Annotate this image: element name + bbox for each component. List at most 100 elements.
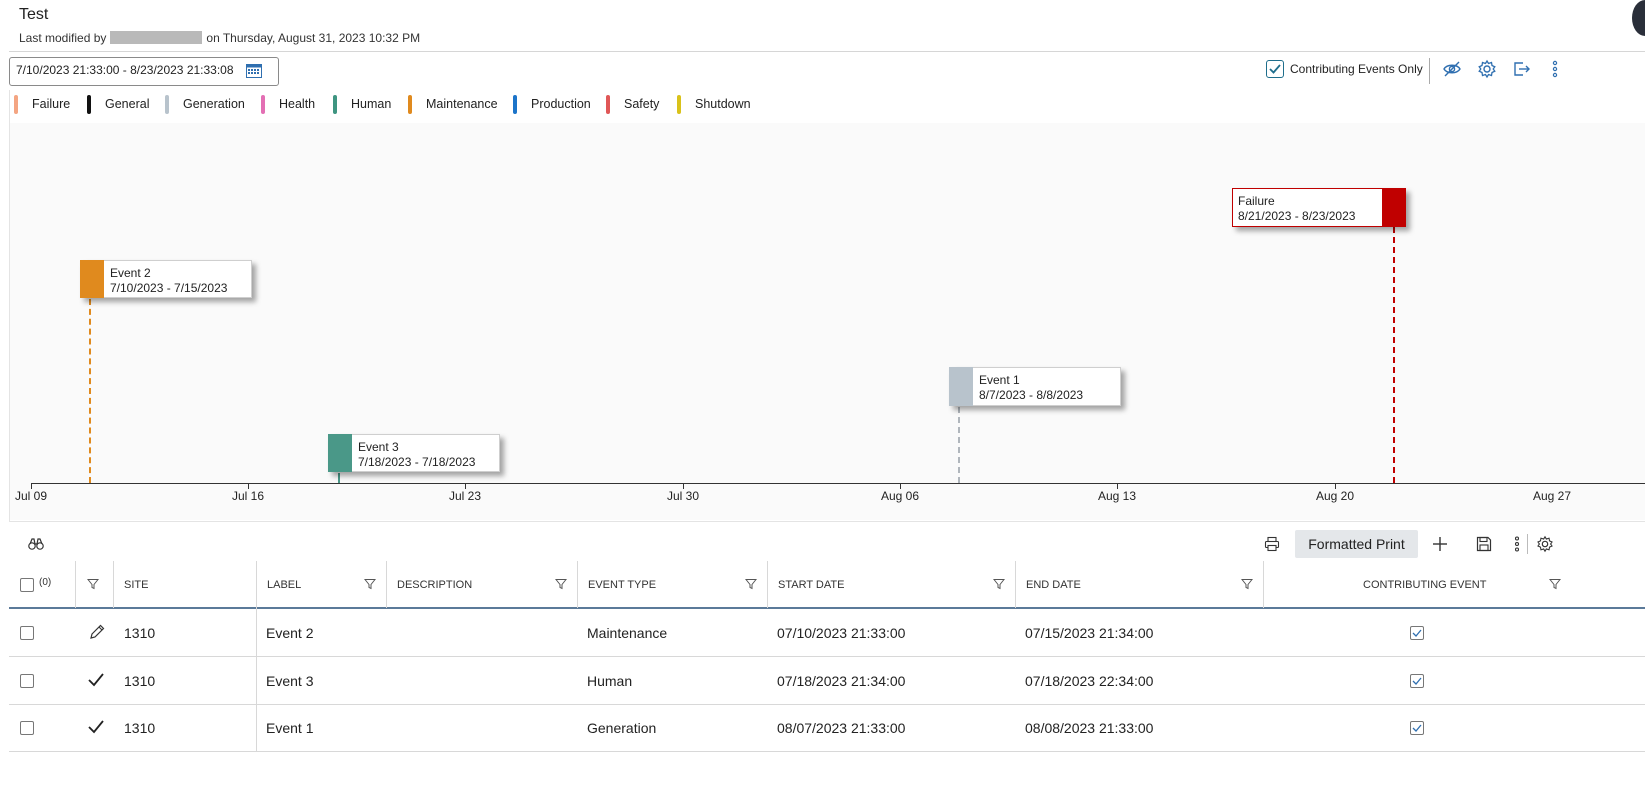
export-icon[interactable] xyxy=(1511,59,1531,79)
filter-icon[interactable] xyxy=(1549,578,1561,590)
axis-tick-label: Aug 27 xyxy=(1532,489,1572,503)
column-separator xyxy=(577,561,578,608)
column-header-description[interactable]: DESCRIPTION xyxy=(397,561,472,608)
column-header-site[interactable]: SITE xyxy=(124,561,148,608)
event-color-strip xyxy=(328,434,352,472)
site-cell: 1310 xyxy=(124,720,156,736)
legend-swatch xyxy=(333,95,337,114)
check-icon xyxy=(1412,629,1422,637)
contributing-checkbox[interactable] xyxy=(1410,721,1424,735)
row-select-checkbox[interactable] xyxy=(20,721,34,735)
timeline-plot-area xyxy=(10,123,1645,520)
label-cell: Event 3 xyxy=(266,673,314,689)
last-modified-prefix: Last modified by xyxy=(19,31,107,45)
table-header: (0) SITE LABEL DESCRIPTION EVENT TYPE ST… xyxy=(9,561,1645,609)
gear-icon[interactable] xyxy=(1477,59,1497,79)
table-row[interactable]: 1310 Event 3 Human 07/18/2023 21:34:00 0… xyxy=(9,658,1645,705)
row-select-checkbox[interactable] xyxy=(20,674,34,688)
axis-tick-label: Aug 13 xyxy=(1097,489,1137,503)
event-range: 7/18/2023 - 7/18/2023 xyxy=(358,455,476,469)
add-icon[interactable] xyxy=(1431,535,1449,553)
filter-icon[interactable] xyxy=(993,578,1005,590)
column-separator xyxy=(767,561,768,608)
event-range: 7/10/2023 - 7/15/2023 xyxy=(110,281,228,295)
site-cell: 1310 xyxy=(124,625,156,641)
row-select-checkbox[interactable] xyxy=(20,626,34,640)
end-date-cell: 07/15/2023 21:34:00 xyxy=(1025,625,1154,641)
filter-icon[interactable] xyxy=(745,578,757,590)
more-icon[interactable] xyxy=(1545,59,1565,79)
gear-icon[interactable] xyxy=(1536,535,1554,553)
event-3-dropline xyxy=(338,473,340,483)
check-icon xyxy=(1412,677,1422,685)
redacted-username xyxy=(110,31,203,44)
event-card-failure[interactable]: Failure 8/21/2023 - 8/23/2023 xyxy=(1232,188,1406,227)
event-type-cell: Maintenance xyxy=(587,625,668,641)
event-1-dropline xyxy=(958,407,960,483)
filter-icon[interactable] xyxy=(555,578,567,590)
event-title: Failure xyxy=(1238,194,1275,208)
axis-tick-label: Jul 16 xyxy=(231,489,265,503)
contributing-only-label: Contributing Events Only xyxy=(1290,62,1423,76)
column-header-end-date[interactable]: END DATE xyxy=(1026,561,1081,608)
print-icon[interactable] xyxy=(1263,535,1281,553)
select-all-checkbox[interactable] xyxy=(20,578,34,592)
hide-icon[interactable] xyxy=(1442,59,1462,79)
table-row[interactable]: 1310 Event 1 Generation 08/07/2023 21:33… xyxy=(9,705,1645,752)
axis-tick-label: Aug 20 xyxy=(1315,489,1355,503)
column-header-label[interactable]: LABEL xyxy=(267,561,301,608)
event-color-strip xyxy=(80,260,104,298)
axis-tick-label: Aug 06 xyxy=(880,489,920,503)
column-header-start-date[interactable]: START DATE xyxy=(778,561,844,608)
grid-toolbar-divider xyxy=(1527,534,1528,554)
event-card-event-3[interactable]: Event 3 7/18/2023 - 7/18/2023 xyxy=(328,434,500,472)
event-2-dropline xyxy=(89,299,91,483)
edit-icon[interactable] xyxy=(88,623,106,641)
legend-swatch xyxy=(677,95,681,114)
column-separator xyxy=(113,561,114,608)
column-header-event-type[interactable]: EVENT TYPE xyxy=(588,561,656,608)
event-card-event-1[interactable]: Event 1 8/7/2023 - 8/8/2023 xyxy=(949,367,1121,406)
column-separator xyxy=(1015,561,1016,608)
page-title: Test xyxy=(19,6,49,23)
start-date-cell: 07/18/2023 21:34:00 xyxy=(777,673,906,689)
filter-icon[interactable] xyxy=(1241,578,1253,590)
formatted-print-button[interactable]: Formatted Print xyxy=(1295,530,1418,558)
legend-swatch xyxy=(14,95,18,114)
date-range-input[interactable]: 7/10/2023 21:33:00 - 8/23/2023 21:33:08 xyxy=(9,57,279,86)
checkmark-icon xyxy=(88,673,104,687)
calendar-icon[interactable] xyxy=(246,63,262,78)
event-title: Event 3 xyxy=(358,440,399,454)
event-type-cell: Human xyxy=(587,673,633,689)
site-cell: 1310 xyxy=(124,673,156,689)
legend-swatch xyxy=(408,95,412,114)
last-modified-text: Last modified by on Thursday, August 31, … xyxy=(19,31,420,45)
event-range: 8/21/2023 - 8/23/2023 xyxy=(1238,209,1356,223)
header-divider xyxy=(9,51,1645,52)
binoculars-icon[interactable] xyxy=(28,537,44,551)
contributing-only-checkbox[interactable] xyxy=(1266,60,1284,78)
end-date-cell: 07/18/2023 22:34:00 xyxy=(1025,673,1154,689)
event-type-cell: Generation xyxy=(587,720,657,736)
legend-swatch xyxy=(165,95,169,114)
column-separator xyxy=(386,561,387,608)
contributing-checkbox[interactable] xyxy=(1410,674,1424,688)
check-icon xyxy=(1412,724,1422,732)
legend-swatch xyxy=(513,95,517,114)
event-card-event-2[interactable]: Event 2 7/10/2023 - 7/15/2023 xyxy=(80,260,252,298)
filter-icon[interactable] xyxy=(364,578,376,590)
last-modified-suffix: on Thursday, August 31, 2023 10:32 PM xyxy=(206,31,421,45)
start-date-cell: 08/07/2023 21:33:00 xyxy=(777,720,906,736)
column-separator xyxy=(75,561,76,608)
contributing-checkbox[interactable] xyxy=(1410,626,1424,640)
avatar[interactable] xyxy=(1632,0,1645,36)
table-row[interactable]: 1310 Event 2 Maintenance 07/10/2023 21:3… xyxy=(9,610,1645,657)
save-icon[interactable] xyxy=(1475,535,1493,553)
event-title: Event 1 xyxy=(979,373,1020,387)
axis-tick-label: Jul 09 xyxy=(14,489,48,503)
column-header-contributing-event[interactable]: CONTRIBUTING EVENT xyxy=(1363,561,1486,608)
more-icon[interactable] xyxy=(1508,535,1526,553)
label-cell: Event 2 xyxy=(266,625,314,641)
label-cell: Event 1 xyxy=(266,720,314,736)
filter-icon[interactable] xyxy=(87,578,99,590)
